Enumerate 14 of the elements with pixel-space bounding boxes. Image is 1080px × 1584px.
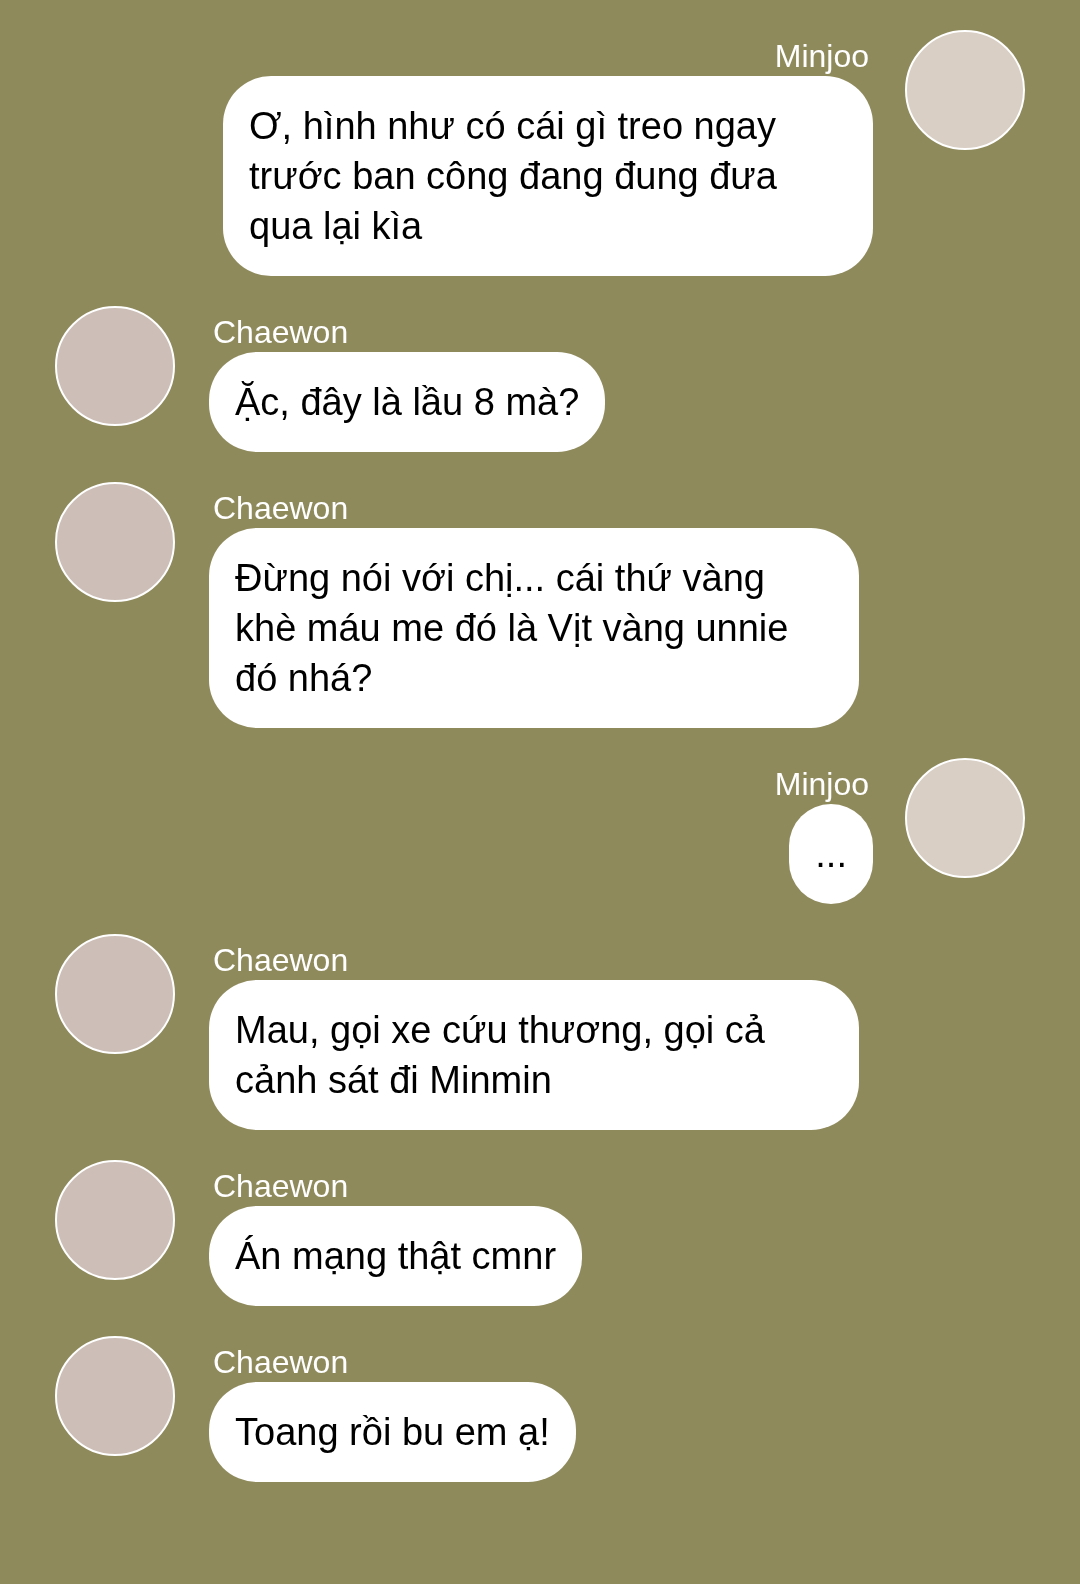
message-bubble: Đừng nói với chị... cái thứ vàng khè máu me đó là Vịt vàng unnie đó nhá? bbox=[209, 528, 859, 728]
message-bubble: Mau, gọi xe cứu thương, gọi cả cảnh sát đi Minmin bbox=[209, 980, 859, 1130]
message-bubble: ... bbox=[789, 804, 873, 904]
sender-name: Chaewon bbox=[212, 941, 350, 980]
sender-name: Minjoo bbox=[773, 37, 870, 76]
sender-name: Chaewon bbox=[212, 1167, 350, 1206]
sender-name: Chaewon bbox=[212, 313, 350, 352]
message-bubble: Ơ, hình như có cái gì treo ngay trước ban công đang đung đưa qua lại kìa bbox=[223, 76, 873, 276]
sender-name: Chaewon bbox=[212, 489, 350, 528]
sender-name: Minjoo bbox=[773, 765, 870, 804]
message-bubble: Toang rồi bu em ạ! bbox=[209, 1382, 576, 1482]
sender-name: Chaewon bbox=[212, 1343, 350, 1382]
message-bubble: Ặc, đây là lầu 8 mà? bbox=[209, 352, 606, 452]
message-bubble: Án mạng thật cmnr bbox=[209, 1206, 583, 1306]
